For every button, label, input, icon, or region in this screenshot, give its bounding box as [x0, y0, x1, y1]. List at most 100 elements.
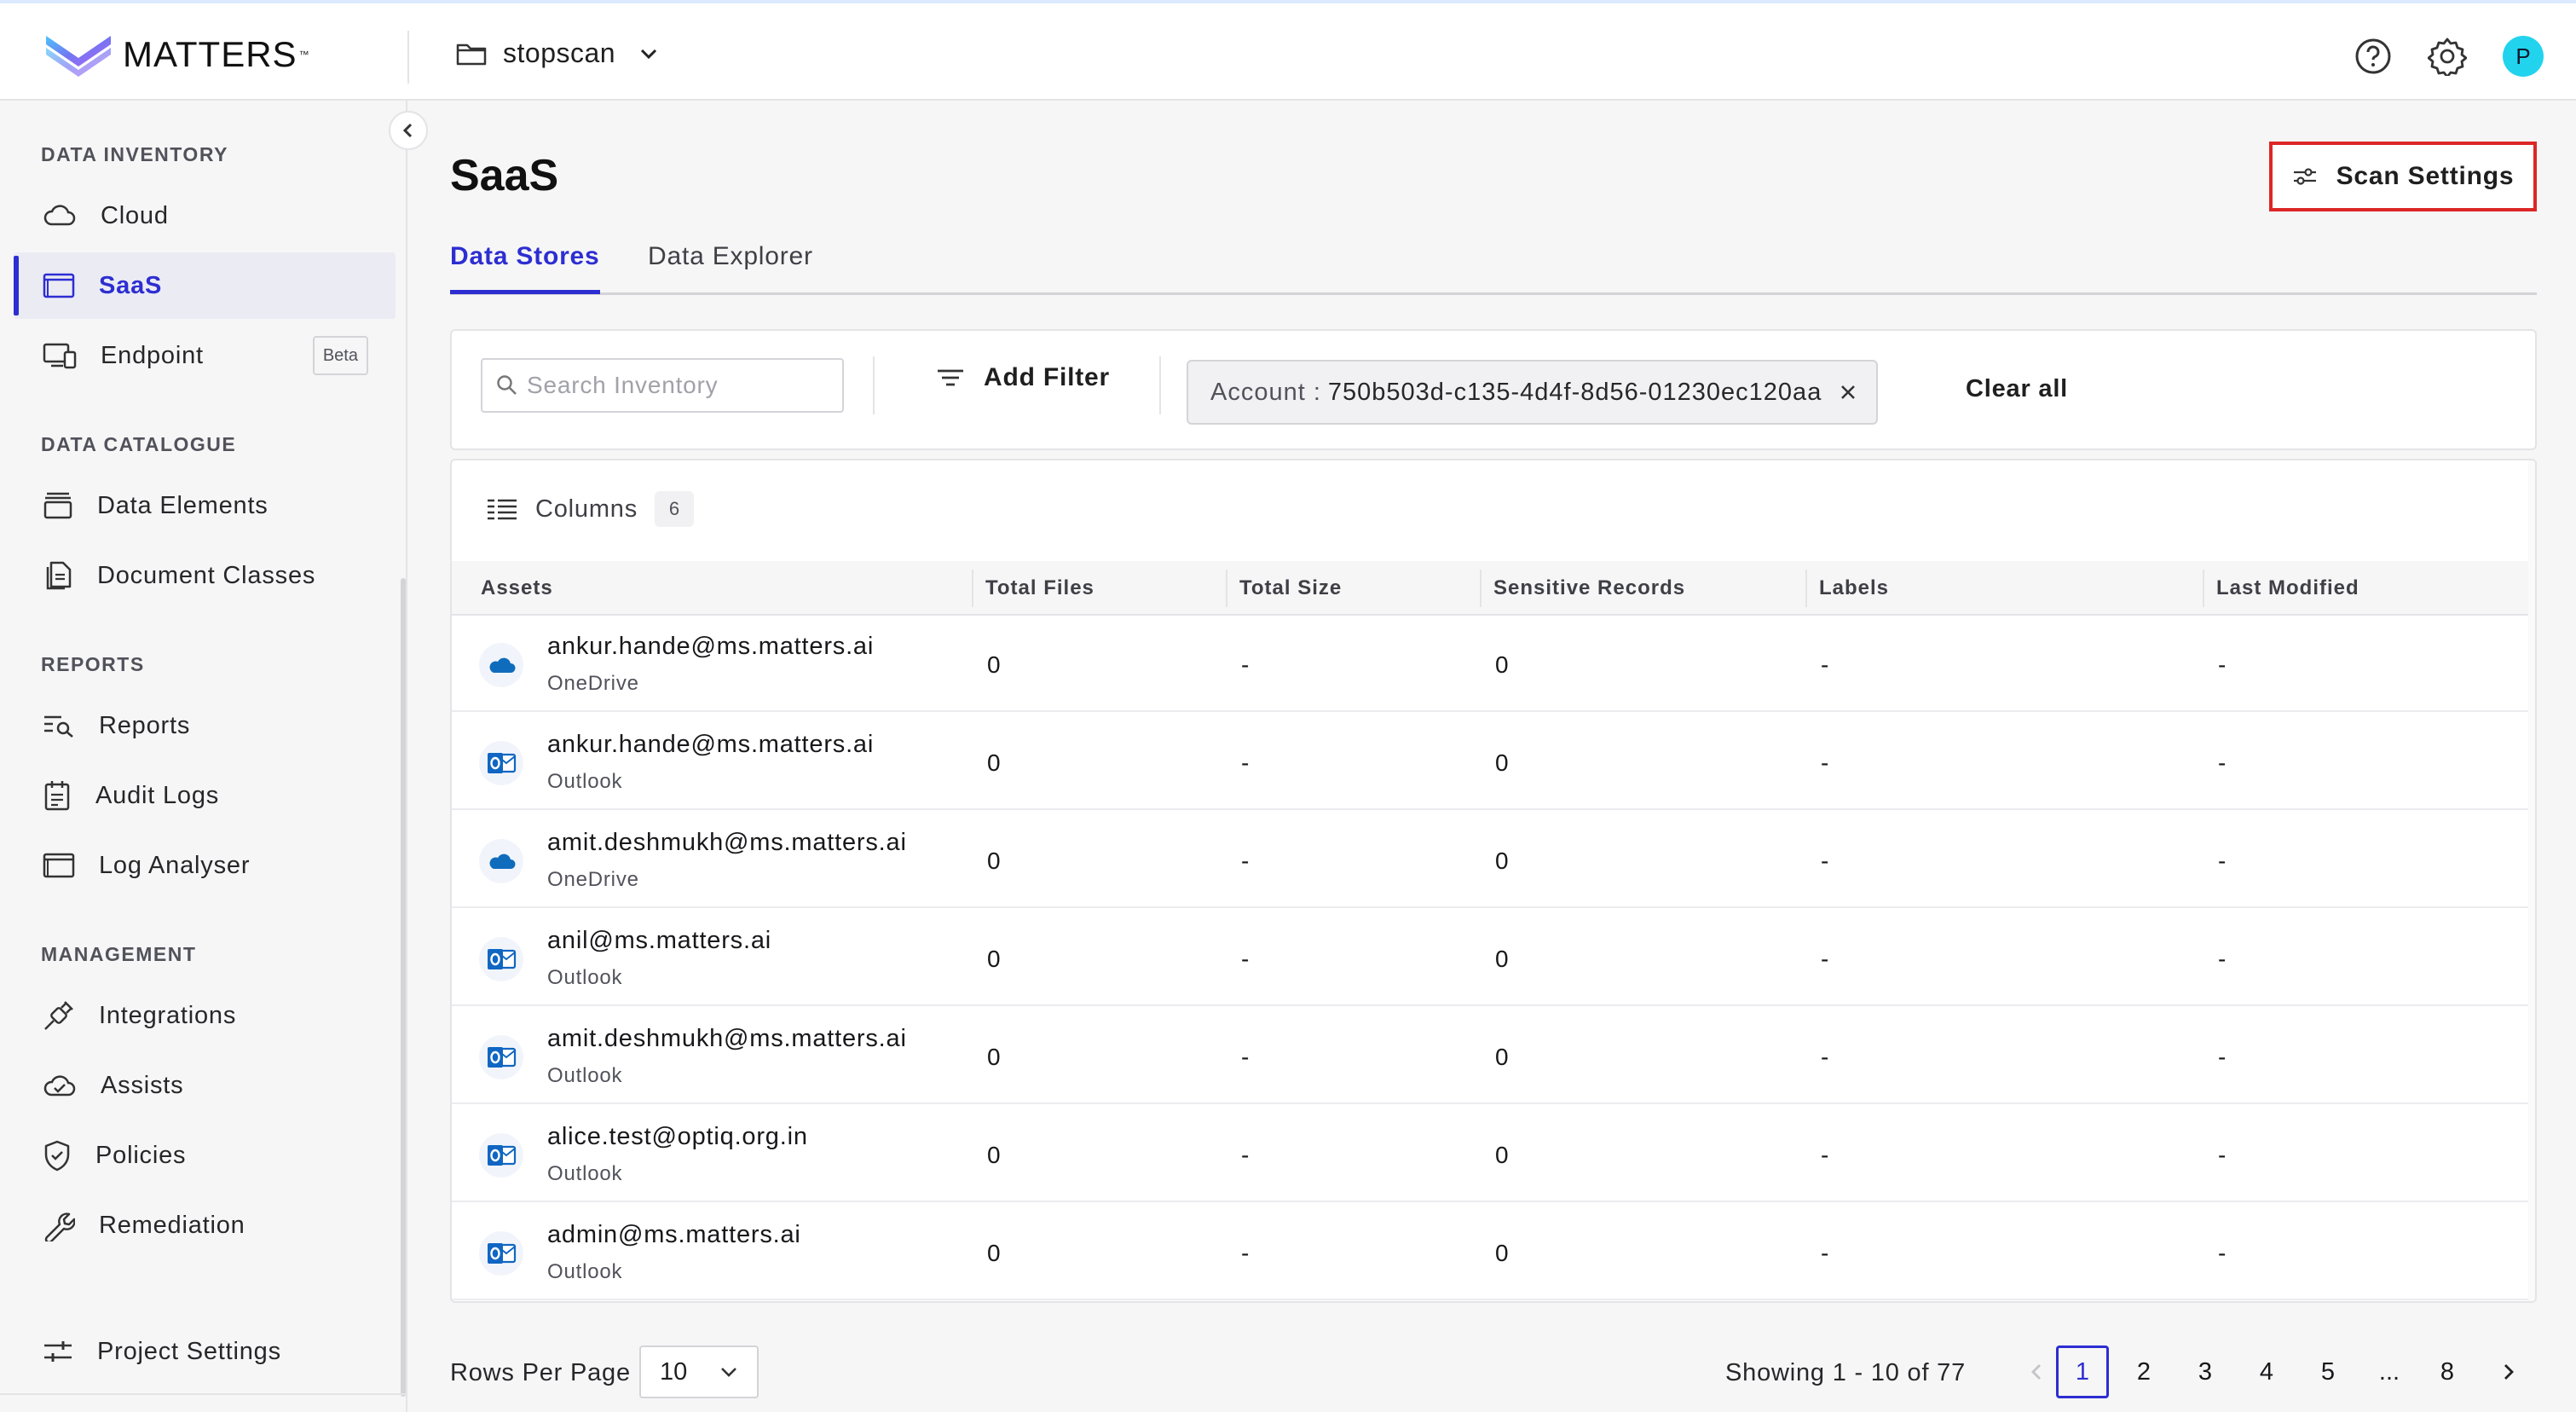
matters-logo-mark-icon	[46, 36, 111, 77]
table-row[interactable]: amit.deshmukh@ms.matters.ai Outlook 0 - 0 - -	[452, 1010, 2532, 1104]
sidebar-item-label: Data Elements	[97, 491, 269, 519]
sidebar-item-reports[interactable]: Reports	[14, 692, 396, 759]
divider	[1159, 356, 1161, 414]
column-header-assets[interactable]: Assets	[481, 576, 553, 600]
column-header-sensitive-records[interactable]: Sensitive Records	[1493, 576, 1685, 600]
asset-service-icon	[479, 937, 523, 981]
database-icon	[43, 492, 72, 519]
project-selector[interactable]: stopscan	[455, 38, 658, 69]
matters-logo[interactable]: MATTERS ™	[44, 32, 309, 77]
asset-name[interactable]: admin@ms.matters.ai	[547, 1221, 801, 1249]
add-filter-button[interactable]: Add Filter	[936, 363, 1110, 392]
column-header-labels[interactable]: Labels	[1819, 576, 1889, 600]
search-input[interactable]	[527, 372, 834, 399]
sidebar-item-saas[interactable]: SaaS	[14, 252, 396, 319]
section-title-data-catalogue: DATA CATALOGUE	[41, 433, 237, 455]
table-scrollbar[interactable]	[2528, 460, 2535, 1301]
gear-icon[interactable]	[2428, 37, 2467, 76]
page-button-5[interactable]: 5	[2302, 1345, 2354, 1398]
table-row[interactable]: ankur.hande@ms.matters.ai Outlook 0 - 0 - -	[452, 715, 2532, 810]
cell-total-files: 0	[987, 651, 1001, 678]
sidebar-item-label: Assists	[101, 1071, 184, 1099]
filter-chip-key: Account :	[1210, 378, 1321, 406]
logo-trademark: ™	[298, 49, 309, 61]
table-row[interactable]: ankur.hande@ms.matters.ai OneDrive 0 - 0 - -	[452, 617, 2532, 712]
cell-sensitive-records: 0	[1495, 848, 1509, 874]
top-bar: MATTERS ™ stopscan P	[0, 0, 2576, 101]
sidebar-item-label: Project Settings	[97, 1337, 281, 1365]
asset-name[interactable]: amit.deshmukh@ms.matters.ai	[547, 1025, 907, 1053]
column-separator	[1226, 570, 1227, 607]
table-row[interactable]: anil@ms.matters.ai Outlook 0 - 0 - -	[452, 911, 2532, 1006]
next-page-button[interactable]	[2482, 1345, 2535, 1398]
sidebar-item-audit-logs[interactable]: Audit Logs	[14, 762, 396, 829]
close-icon[interactable]	[1839, 383, 1857, 402]
column-header-total-size[interactable]: Total Size	[1239, 576, 1342, 600]
asset-service-icon	[479, 839, 523, 883]
sliders-icon	[2293, 168, 2316, 185]
table-row[interactable]: amit.deshmukh@ms.matters.ai OneDrive 0 - 0 - -	[452, 813, 2532, 908]
documents-icon	[46, 561, 72, 590]
sidebar-item-integrations[interactable]: Integrations	[14, 982, 396, 1049]
cell-last-modified: -	[2218, 946, 2227, 972]
sidebar-item-cloud[interactable]: Cloud	[14, 182, 396, 249]
sidebar-item-remediation[interactable]: Remediation	[14, 1192, 396, 1259]
sidebar-item-policies[interactable]: Policies	[14, 1122, 396, 1189]
showing-range: Showing 1 - 10 of 77	[1725, 1359, 1967, 1386]
search-box[interactable]	[481, 358, 844, 413]
page-button-4[interactable]: 4	[2240, 1345, 2293, 1398]
asset-name[interactable]: anil@ms.matters.ai	[547, 927, 771, 955]
clear-all-button[interactable]: Clear all	[1966, 375, 2068, 403]
table-row[interactable]: admin@ms.matters.ai Outlook 0 - 0 - -	[452, 1206, 2532, 1300]
sidebar-item-document-classes[interactable]: Document Classes	[14, 542, 396, 609]
columns-label: Columns	[535, 495, 638, 523]
column-header-last-modified[interactable]: Last Modified	[2216, 576, 2359, 600]
sidebar-item-project-settings[interactable]: Project Settings	[14, 1318, 396, 1385]
cell-total-size: -	[1241, 946, 1250, 972]
cell-labels: -	[1821, 749, 1829, 776]
sidebar-scrollbar[interactable]	[401, 578, 406, 1397]
cell-last-modified: -	[2218, 1044, 2227, 1070]
sidebar-item-endpoint[interactable]: Endpoint Beta	[14, 322, 396, 389]
tab-data-stores[interactable]: Data Stores	[450, 242, 600, 294]
asset-service-icon	[479, 1133, 523, 1178]
cell-sensitive-records: 0	[1495, 1240, 1509, 1266]
scan-settings-button[interactable]: Scan Settings	[2269, 142, 2537, 211]
page-button-1[interactable]: 1	[2056, 1345, 2109, 1398]
beta-badge: Beta	[312, 336, 368, 375]
chevron-down-icon	[721, 1368, 736, 1377]
cell-total-size: -	[1241, 749, 1250, 776]
avatar[interactable]: P	[2503, 36, 2544, 77]
tab-data-explorer[interactable]: Data Explorer	[648, 242, 813, 290]
cell-sensitive-records: 0	[1495, 946, 1509, 972]
cell-last-modified: -	[2218, 1142, 2227, 1168]
help-icon[interactable]	[2354, 38, 2392, 75]
page-button-3[interactable]: 3	[2179, 1345, 2232, 1398]
asset-name[interactable]: ankur.hande@ms.matters.ai	[547, 731, 874, 759]
rows-per-page-select[interactable]: 10	[639, 1345, 759, 1398]
page-button-8[interactable]: 8	[2421, 1345, 2474, 1398]
sidebar-divider	[0, 1393, 406, 1395]
cell-labels: -	[1821, 1240, 1829, 1266]
table-row[interactable]: alice.test@optiq.org.in Outlook 0 - 0 - -	[452, 1108, 2532, 1202]
outlook-icon	[488, 1145, 517, 1166]
page-title: SaaS	[450, 151, 559, 200]
asset-name[interactable]: alice.test@optiq.org.in	[547, 1123, 808, 1151]
asset-name[interactable]: ankur.hande@ms.matters.ai	[547, 633, 874, 661]
prev-page-button[interactable]	[2010, 1345, 2063, 1398]
asset-name[interactable]: amit.deshmukh@ms.matters.ai	[547, 829, 907, 857]
sidebar-item-data-elements[interactable]: Data Elements	[14, 472, 396, 539]
cell-labels: -	[1821, 946, 1829, 972]
page-button-2[interactable]: 2	[2117, 1345, 2170, 1398]
cell-last-modified: -	[2218, 749, 2227, 776]
outlook-icon	[488, 949, 517, 969]
window-icon	[43, 853, 75, 878]
sidebar-item-assists[interactable]: Assists	[14, 1052, 396, 1119]
sidebar-item-log-analyser[interactable]: Log Analyser	[14, 832, 396, 899]
column-header-total-files[interactable]: Total Files	[985, 576, 1095, 600]
outlook-icon	[488, 1047, 517, 1068]
cell-total-files: 0	[987, 1240, 1001, 1266]
sidebar-collapse-button[interactable]	[389, 111, 428, 150]
sidebar-item-label: Integrations	[99, 1001, 237, 1029]
columns-button[interactable]: Columns 6	[486, 491, 695, 527]
